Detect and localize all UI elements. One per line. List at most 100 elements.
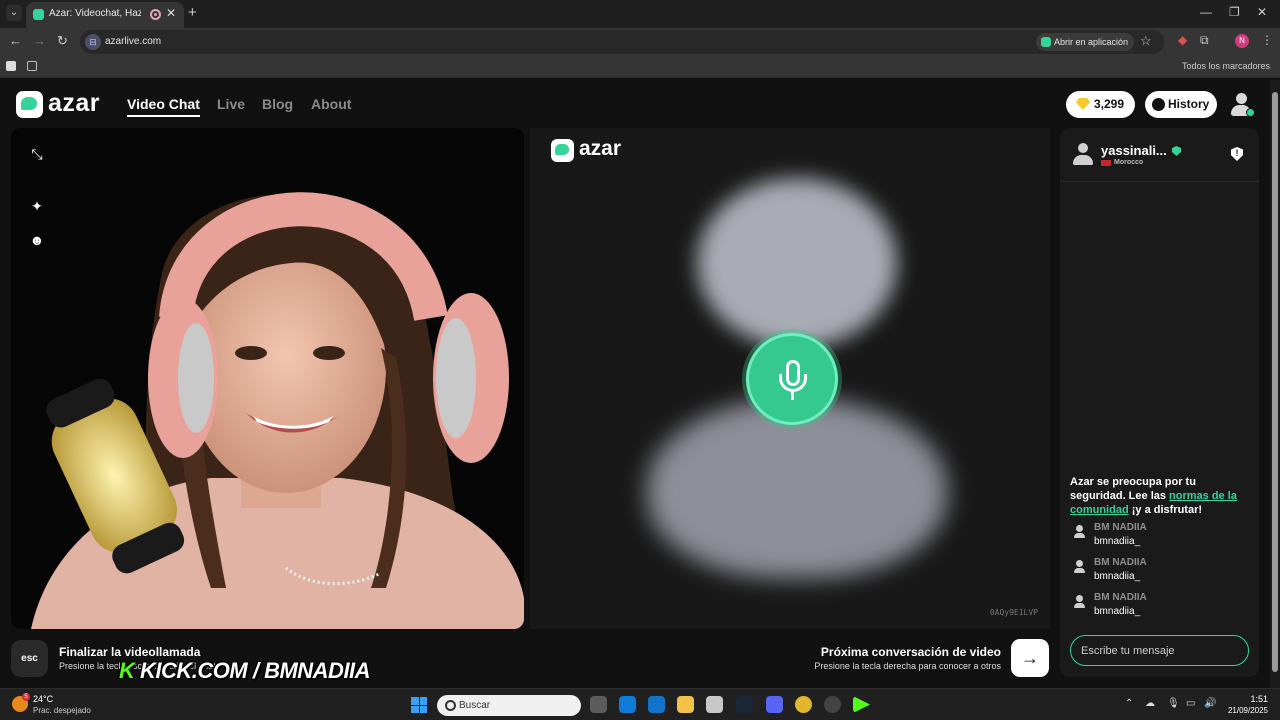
restore-icon[interactable]: ❐ [1229, 5, 1240, 19]
next-chat-arrow-button[interactable]: → [1011, 639, 1049, 677]
weather-condition[interactable]: Prac. despejado [33, 706, 91, 715]
gems-button[interactable]: 3,299 [1066, 91, 1135, 118]
taskbar-time[interactable]: 1:51 [1238, 694, 1268, 704]
recording-indicator-icon [150, 9, 161, 20]
bookmark-star-icon[interactable]: ☆ [1140, 33, 1152, 49]
peer-avatar[interactable] [1073, 143, 1093, 167]
peer-country: Morocco [1114, 159, 1144, 166]
reload-icon[interactable]: ↻ [57, 33, 68, 49]
address-bar[interactable]: ⊟ azarlive.com Abrir en aplicación ☆ [80, 30, 1164, 54]
history-button[interactable]: History [1145, 91, 1217, 118]
sender-avatar-icon [1076, 595, 1083, 602]
message-sender: BM NADIIA [1094, 522, 1147, 533]
kick-channel-text: KICK.COM / BMNADIIA [140, 658, 371, 683]
outlook-icon[interactable] [648, 696, 665, 713]
microphone-icon[interactable] [746, 333, 838, 425]
call-id: 0AQy9E1LVP [989, 608, 1038, 617]
peer-avatar-head [1078, 143, 1088, 153]
chrome-icon[interactable] [795, 696, 812, 713]
azar-logo-icon[interactable] [16, 91, 43, 118]
all-bookmarks-link[interactable]: Todos los marcadores [1182, 61, 1270, 71]
verified-badge-icon [1172, 146, 1181, 156]
nav-blog[interactable]: Blog [262, 96, 293, 112]
apps-grid-icon[interactable] [27, 61, 37, 71]
photos-icon[interactable] [706, 696, 723, 713]
morocco-flag-icon [1101, 160, 1111, 166]
azar-logo-text[interactable]: azar [48, 89, 100, 118]
forward-icon[interactable]: → [33, 33, 46, 48]
end-call-title: Finalizar la videollamada [59, 645, 201, 659]
minimize-icon[interactable]: — [1200, 5, 1212, 19]
windows-taskbar: 5 24°C Prac. despejado Buscar ⌃ ☁ 🎙 ▭ 🔊 … [0, 688, 1280, 720]
effects-sparkle-icon[interactable]: ✦ [29, 198, 45, 214]
new-tab-icon[interactable]: + [188, 4, 197, 21]
network-icon[interactable]: ▭ [1186, 698, 1195, 709]
taskbar-date[interactable]: 21/09/2025 [1220, 706, 1268, 715]
safety-text-suffix: ¡y a disfrutar! [1128, 504, 1203, 516]
azar-watermark-icon [551, 139, 574, 162]
kick-logo-k: K [119, 658, 135, 683]
chat-header: yassinali... Morocco ! [1060, 128, 1259, 182]
azar-watermark-text: azar [579, 137, 622, 160]
message-sender: BM NADIIA [1094, 557, 1147, 568]
kick-app-icon[interactable] [853, 696, 870, 713]
volume-icon[interactable]: 🔊 [1204, 698, 1216, 709]
remote-video: azar 0AQy9E1LVP [530, 128, 1050, 629]
taskbar-search[interactable]: Buscar [437, 695, 581, 716]
task-view-icon[interactable] [590, 696, 607, 713]
filters-face-icon[interactable]: ☻ [29, 232, 45, 248]
browser-menu-icon[interactable]: ⋮ [1261, 33, 1273, 47]
scrollbar-thumb[interactable] [1272, 92, 1278, 672]
url-text: azarlive.com [105, 36, 162, 47]
page-scrollbar[interactable] [1270, 80, 1280, 688]
peer-name[interactable]: yassinali... [1101, 143, 1167, 158]
message-text: bmnadiia_ [1094, 536, 1141, 547]
weather-badge: 5 [22, 693, 30, 701]
back-icon[interactable]: ← [9, 33, 22, 48]
chat-message: BM NADIIA bmnadiia_ [1072, 522, 1252, 552]
nav-video-chat[interactable]: Video Chat [127, 96, 200, 117]
chat-message-input[interactable] [1070, 635, 1249, 666]
mic-tray-icon[interactable]: 🎙 [1167, 698, 1180, 709]
store-icon[interactable] [619, 696, 636, 713]
tray-chevron-icon[interactable]: ⌃ [1125, 698, 1133, 709]
browser-tab-bar: ⌄ Azar: Videochat, Haz nuevo ✕ + — ❐ ✕ [0, 0, 1280, 28]
browser-tab[interactable]: Azar: Videochat, Haz nuevo ✕ [26, 2, 184, 28]
collapse-view-icon[interactable]: ⤡ [29, 146, 45, 162]
placeholder-head [697, 178, 897, 348]
avatar-head [1236, 93, 1247, 104]
bookmark-page-icon[interactable] [6, 61, 16, 71]
profile-avatar[interactable]: N [1235, 34, 1249, 48]
user-avatar[interactable] [1229, 93, 1255, 117]
chat-message: BM NADIIA bmnadiia_ [1072, 592, 1252, 622]
tab-title: Azar: Videochat, Haz nuevo [49, 8, 141, 19]
sender-avatar-icon [1076, 560, 1083, 567]
site-info-icon[interactable]: ⊟ [85, 34, 101, 50]
safety-notice: Azar se preocupa por tu seguridad. Lee l… [1070, 475, 1250, 517]
extension-icon[interactable]: ◆ [1178, 33, 1187, 47]
file-explorer-icon[interactable] [677, 696, 694, 713]
browser-toolbar: ← → ↻ ⊟ azarlive.com Abrir en aplicación… [0, 28, 1280, 56]
close-window-icon[interactable]: ✕ [1257, 5, 1267, 19]
obs-icon[interactable] [824, 696, 841, 713]
onedrive-icon[interactable]: ☁ [1145, 698, 1155, 709]
sender-avatar-body [1074, 533, 1085, 538]
message-sender: BM NADIIA [1094, 592, 1147, 603]
nav-about[interactable]: About [311, 96, 351, 112]
azar-page: azar Video Chat Live Blog About 3,299 Hi… [0, 80, 1270, 688]
start-windows-icon[interactable] [411, 697, 427, 713]
sender-avatar-body [1074, 568, 1085, 573]
discord-icon[interactable] [766, 696, 783, 713]
temperature[interactable]: 24°C [33, 694, 53, 704]
next-chat-title: Próxima conversación de video [820, 645, 1001, 659]
tab-search-icon[interactable]: ⌄ [6, 5, 22, 21]
bookmarks-bar: Todos los marcadores [0, 56, 1280, 78]
open-in-app-button[interactable]: Abrir en aplicación [1036, 33, 1135, 51]
steam-icon[interactable] [736, 696, 753, 713]
end-call-esc-button[interactable]: esc [11, 640, 48, 677]
report-shield-icon[interactable]: ! [1231, 147, 1243, 161]
nav-live[interactable]: Live [217, 96, 245, 112]
online-status-icon [1246, 108, 1255, 117]
close-tab-icon[interactable]: ✕ [166, 6, 176, 20]
extensions-puzzle-icon[interactable]: ⧉ [1200, 33, 1209, 48]
